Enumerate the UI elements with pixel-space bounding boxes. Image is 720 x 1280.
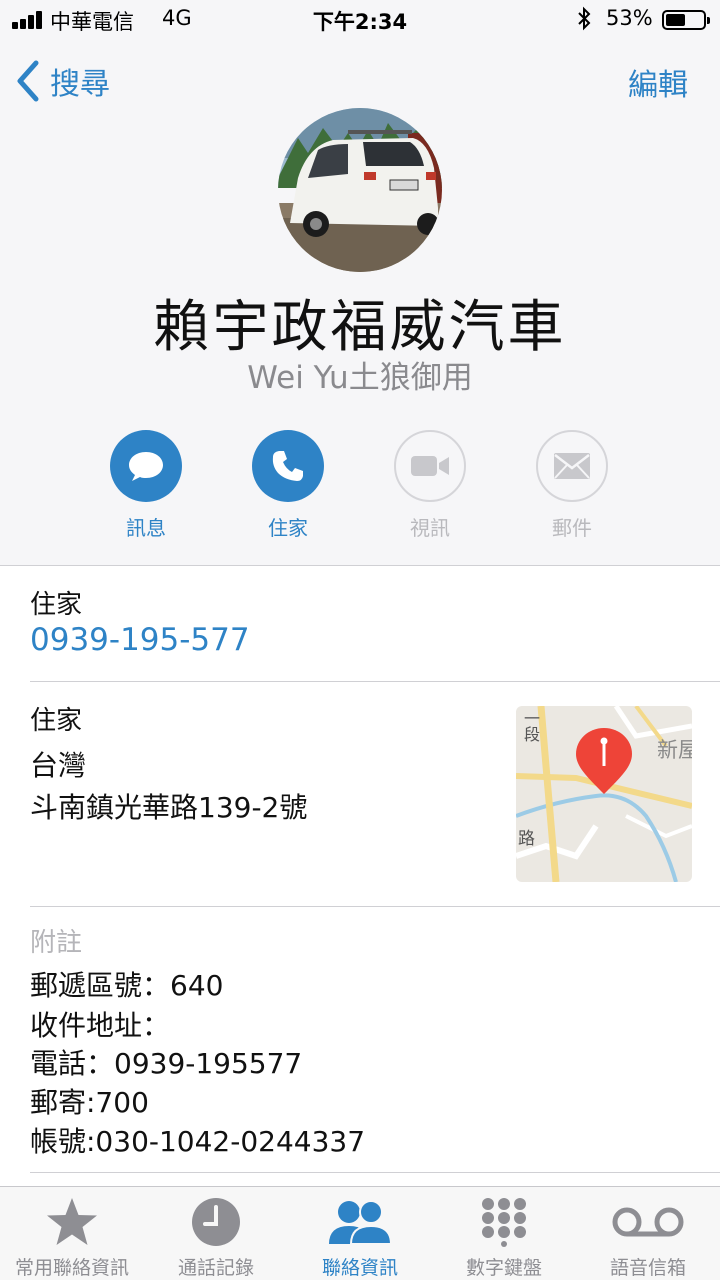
phone-number-link[interactable]: 0939-195-577 bbox=[30, 622, 250, 658]
call-action-button[interactable]: 住家 bbox=[252, 430, 324, 541]
note-line: 收件地址： bbox=[30, 1009, 171, 1042]
note-line: 帳號:030-1042-0244337 bbox=[30, 1125, 366, 1158]
notes-label: 附註 bbox=[30, 928, 83, 958]
contacts-icon bbox=[288, 1195, 432, 1249]
bluetooth-icon bbox=[576, 6, 592, 37]
contact-subtitle: Wei Yu土狼御用 bbox=[247, 360, 473, 396]
video-action-button[interactable]: 視訊 bbox=[394, 430, 466, 541]
map-label: 路 bbox=[518, 829, 535, 849]
keypad-icon bbox=[432, 1195, 576, 1249]
star-icon bbox=[0, 1195, 144, 1249]
edit-button[interactable]: 編輯 bbox=[628, 60, 688, 104]
note-line: 郵寄:700 bbox=[30, 1086, 149, 1119]
message-action-button[interactable]: 訊息 bbox=[110, 430, 182, 541]
tab-keypad[interactable]: 數字鍵盤 bbox=[432, 1187, 576, 1280]
map-pin-icon bbox=[574, 726, 634, 800]
note-line: 郵遞區號：640 bbox=[30, 969, 224, 1002]
section-divider bbox=[30, 906, 720, 907]
video-icon bbox=[394, 430, 466, 502]
tab-bar: 常用聯絡資訊 通話記錄 聯絡資訊 數字鍵盤 語音信箱 bbox=[0, 1186, 720, 1280]
tab-label: 語音信箱 bbox=[609, 1257, 686, 1279]
tab-label: 常用聯絡資訊 bbox=[14, 1257, 129, 1279]
contact-avatar bbox=[278, 108, 442, 272]
status-bar: 中華電信 4G 下午2:34 53% bbox=[0, 0, 720, 40]
mail-icon bbox=[536, 430, 608, 502]
battery-icon bbox=[662, 10, 710, 30]
section-divider bbox=[30, 1172, 720, 1173]
address-line[interactable]: 斗南鎮光華路139-2號 bbox=[30, 786, 307, 826]
mail-action-label: 郵件 bbox=[552, 516, 592, 540]
map-label: 新屋 bbox=[657, 738, 692, 762]
section-divider bbox=[30, 681, 720, 682]
call-action-label: 住家 bbox=[268, 516, 308, 540]
message-icon bbox=[110, 430, 182, 502]
tab-contacts[interactable]: 聯絡資訊 bbox=[288, 1187, 432, 1280]
video-action-label: 視訊 bbox=[410, 516, 450, 540]
header-divider bbox=[0, 565, 720, 566]
phone-icon bbox=[252, 430, 324, 502]
mail-action-button[interactable]: 郵件 bbox=[536, 430, 608, 541]
tab-voicemail[interactable]: 語音信箱 bbox=[576, 1187, 720, 1280]
map-label: 一段 bbox=[521, 710, 540, 742]
address-map-thumbnail[interactable]: 一段 新屋 路 bbox=[516, 706, 692, 882]
contact-name: 賴宇政福威汽車 bbox=[153, 295, 567, 360]
note-line: 電話：0939-195577 bbox=[30, 1047, 303, 1080]
tab-label: 數字鍵盤 bbox=[465, 1257, 542, 1279]
address-line[interactable]: 台灣 bbox=[30, 744, 86, 784]
tab-label: 通話記錄 bbox=[177, 1257, 254, 1279]
back-button-label: 搜尋 bbox=[50, 67, 110, 102]
address-field-label: 住家 bbox=[30, 706, 83, 736]
phone-field-label: 住家 bbox=[30, 590, 83, 620]
chevron-left-icon bbox=[17, 60, 39, 102]
tab-label: 聯絡資訊 bbox=[321, 1257, 398, 1279]
back-button[interactable]: 搜尋 bbox=[14, 58, 110, 104]
tab-favorites[interactable]: 常用聯絡資訊 bbox=[0, 1187, 144, 1280]
clock-icon bbox=[144, 1195, 288, 1249]
battery-percentage: 53% bbox=[606, 6, 653, 30]
voicemail-icon bbox=[576, 1195, 720, 1249]
message-action-label: 訊息 bbox=[126, 516, 166, 540]
tab-recents[interactable]: 通話記錄 bbox=[144, 1187, 288, 1280]
